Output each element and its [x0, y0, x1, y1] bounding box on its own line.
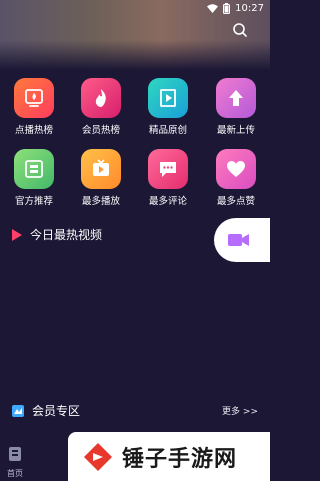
grid-tile-most-comments[interactable]: 最多评论 — [140, 149, 196, 207]
search-icon — [233, 23, 247, 37]
tile-label: 官方推荐 — [14, 196, 53, 207]
tv-play-icon — [81, 149, 121, 189]
tile-label: 最多播放 — [81, 196, 120, 207]
watermark: 锤子手游网 — [68, 432, 270, 481]
upload-arrow-icon — [216, 78, 256, 118]
tile-label: 点播热榜 — [14, 125, 53, 136]
more-link[interactable]: 更多 >> — [222, 404, 258, 417]
grid-tile-most-played[interactable]: 最多播放 — [73, 149, 129, 207]
tile-label: 最多点赞 — [216, 196, 255, 207]
wifi-icon — [207, 4, 219, 13]
watermark-text: 锤子手游网 — [122, 446, 238, 472]
search-button[interactable] — [232, 22, 248, 38]
play-arrow-icon — [12, 228, 22, 241]
video-camera-icon — [228, 234, 249, 246]
comment-icon — [148, 149, 188, 189]
grid-tile-latest-upload[interactable]: 最新上传 — [208, 78, 264, 136]
vip-zone-icon — [12, 404, 24, 417]
heart-icon — [216, 149, 256, 189]
section-title-hot: 今日最热视频 — [30, 228, 103, 242]
home-icon — [9, 447, 21, 461]
tile-label: 最多评论 — [148, 196, 187, 207]
tile-label: 会员热榜 — [81, 125, 120, 136]
status-time: 10:27 — [235, 3, 264, 14]
battery-icon — [223, 3, 231, 14]
grid-tile-official[interactable]: 官方推荐 — [6, 149, 62, 207]
section-vip-zone: 会员专区 — [12, 402, 80, 419]
flame-icon — [81, 78, 121, 118]
grid-tile-original[interactable]: 精品原创 — [140, 78, 196, 136]
official-badge-icon — [14, 149, 54, 189]
tile-label: 精品原创 — [148, 125, 187, 136]
status-bar: 10:27 — [0, 0, 270, 18]
grid-tile-most-likes[interactable]: 最多点赞 — [208, 149, 264, 207]
section-title-vip: 会员专区 — [32, 404, 81, 418]
app-screen: 10:27 点播热榜 会员热榜 精品原创 最新上传 官方推荐 最多播放 最多评论… — [0, 0, 270, 481]
grid-tile-dianbo-hot[interactable]: 点播热榜 — [6, 78, 62, 136]
video-upload-fab[interactable] — [214, 218, 270, 262]
tab-home[interactable]: 首页 — [0, 446, 30, 479]
section-hot-today: 今日最热视频 — [12, 226, 102, 243]
tile-label: 最新上传 — [216, 125, 255, 136]
play-circle-icon — [148, 78, 188, 118]
fire-sign-icon — [14, 78, 54, 118]
grid-tile-vip-hot[interactable]: 会员热榜 — [73, 78, 129, 136]
watermark-logo-icon — [84, 442, 112, 471]
tab-home-label: 首页 — [7, 469, 23, 478]
